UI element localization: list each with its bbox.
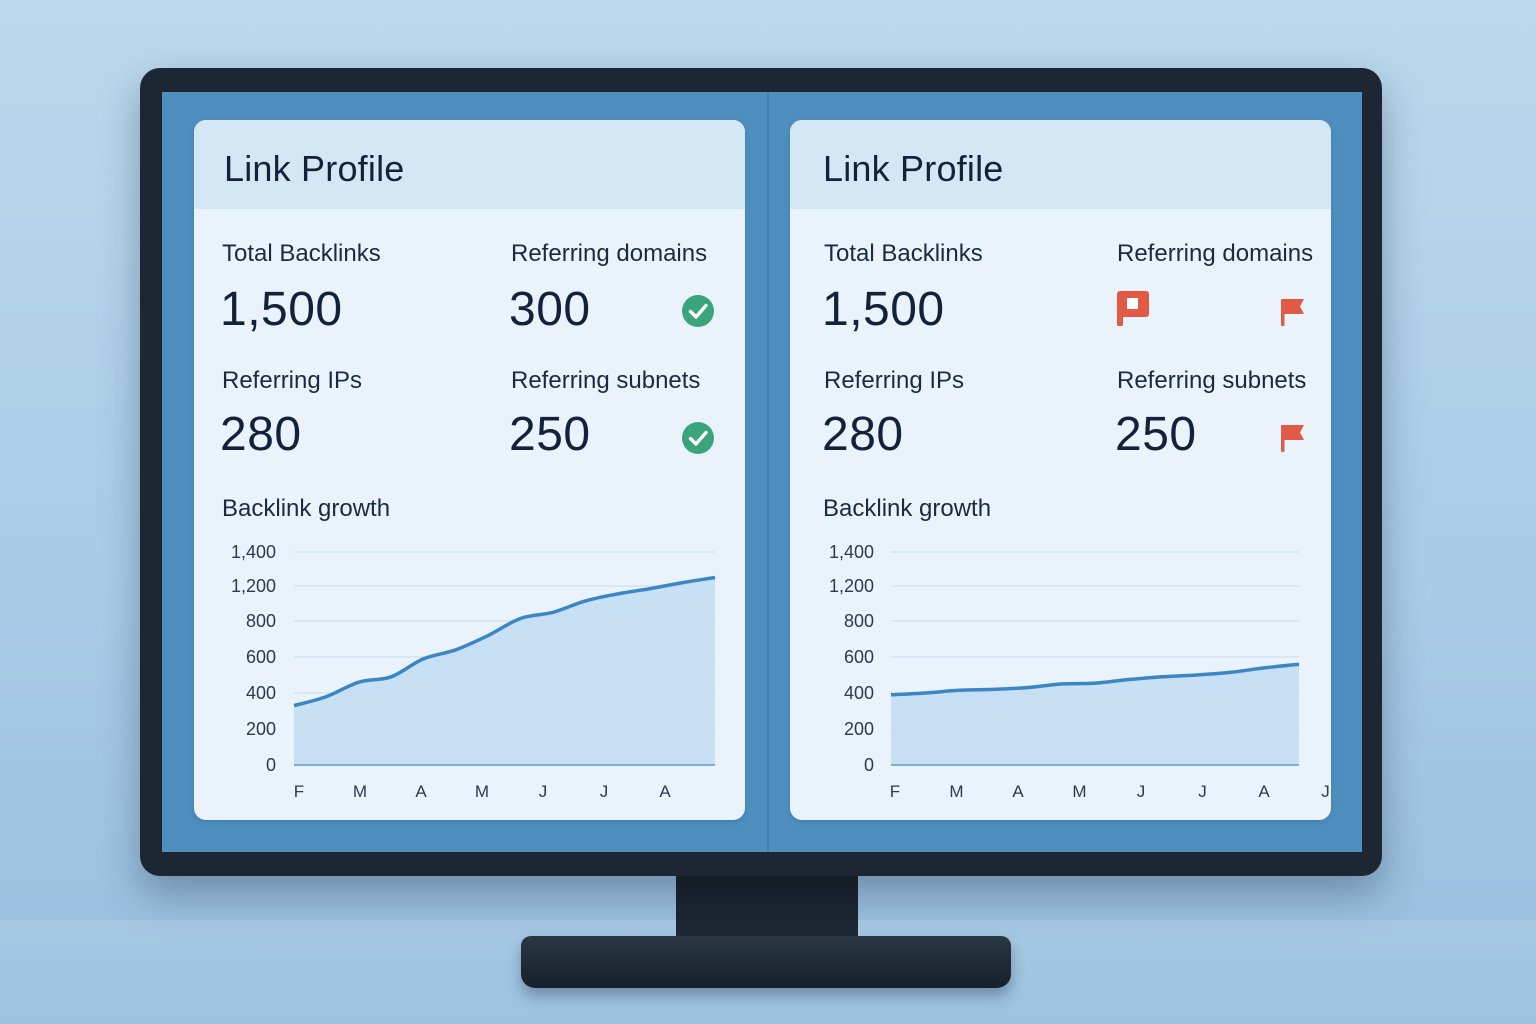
series-area	[294, 577, 715, 765]
y-tick-label: 0	[864, 755, 874, 775]
series-area	[891, 664, 1299, 765]
x-tick-label: J	[1321, 782, 1330, 801]
x-tick-label: A	[415, 782, 427, 801]
y-tick-label: 0	[266, 755, 276, 775]
x-tick-label: A	[1258, 782, 1270, 801]
y-tick-label: 600	[246, 647, 276, 667]
x-tick-label: M	[353, 782, 367, 801]
y-tick-label: 1,400	[829, 542, 874, 562]
x-tick-label: A	[1012, 782, 1024, 801]
x-tick-label: J	[539, 782, 548, 801]
y-tick-label: 200	[844, 719, 874, 739]
backlink-growth-chart: 0 200 400 600 800 1,200 1,400 F M A M J J A J	[829, 542, 1330, 801]
x-tick-label: F	[890, 782, 900, 801]
x-tick-label: J	[1198, 782, 1207, 801]
monitor-stand-base	[521, 936, 1011, 988]
x-tick-label: F	[294, 782, 304, 801]
x-tick-label: A	[659, 782, 671, 801]
backlink-growth-chart: 0 200 400 600 800 1,200 1,400 F M A M J J A	[231, 542, 716, 801]
monitor-stand-neck	[676, 876, 858, 942]
link-profile-panel-right: Link Profile Total Backlinks 1,500 Refer…	[790, 120, 1331, 820]
y-tick-label: 800	[844, 611, 874, 631]
x-tick-label: M	[1072, 782, 1086, 801]
screen-divider	[767, 92, 769, 852]
y-tick-label: 600	[844, 647, 874, 667]
y-tick-label: 1,400	[231, 542, 276, 562]
x-tick-label: J	[1137, 782, 1146, 801]
monitor-screen: Link Profile Total Backlinks 1,500 Refer…	[162, 92, 1362, 852]
y-tick-label: 400	[844, 683, 874, 703]
y-tick-label: 400	[246, 683, 276, 703]
x-tick-label: M	[949, 782, 963, 801]
link-profile-panel-left: Link Profile Total Backlinks 1,500 Refer…	[194, 120, 745, 820]
x-tick-label: M	[475, 782, 489, 801]
x-tick-label: J	[600, 782, 609, 801]
y-tick-label: 200	[246, 719, 276, 739]
y-tick-label: 800	[246, 611, 276, 631]
y-tick-label: 1,200	[829, 576, 874, 596]
y-tick-label: 1,200	[231, 576, 276, 596]
